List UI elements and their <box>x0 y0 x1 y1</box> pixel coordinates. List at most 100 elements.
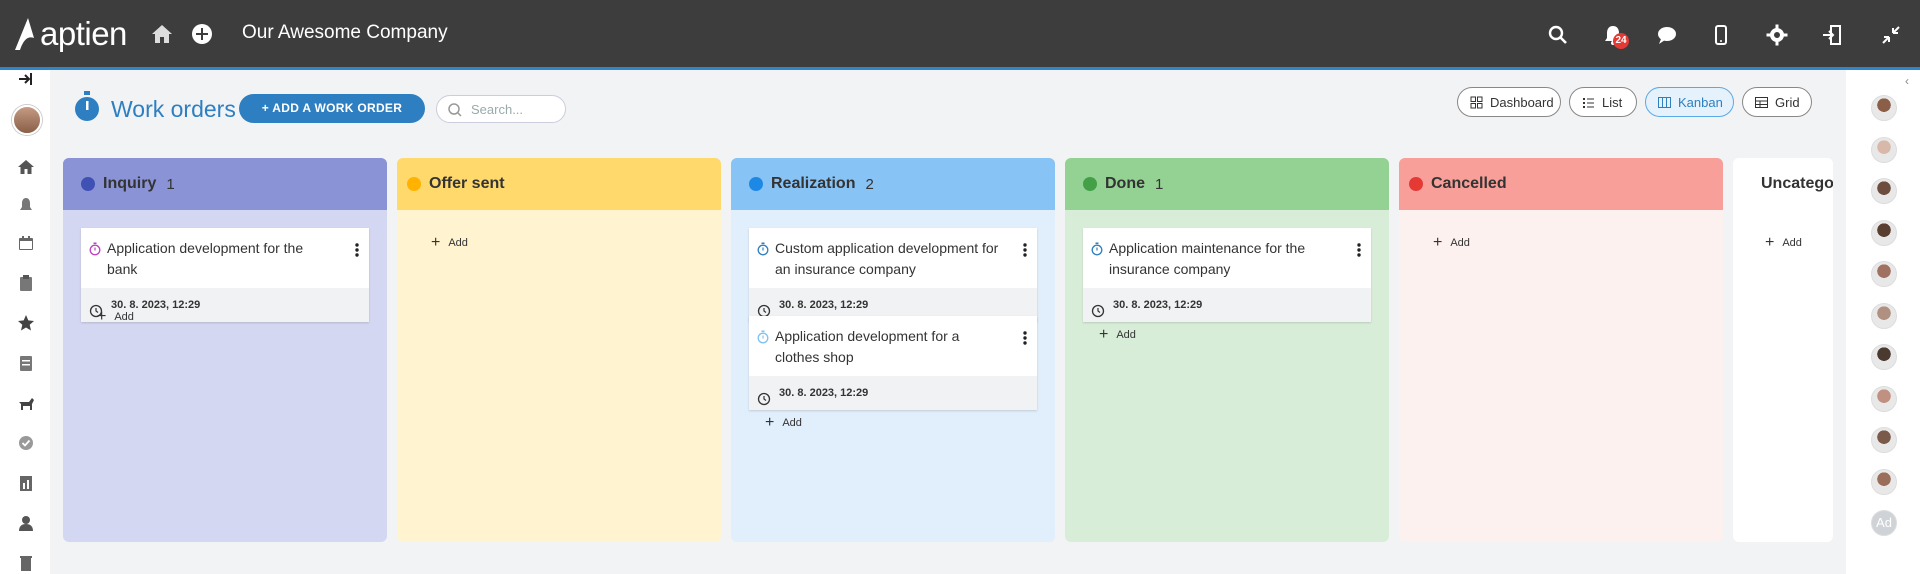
add-card-button[interactable]: + Add <box>1765 234 1802 252</box>
column-title: Uncategor <box>1761 175 1833 192</box>
view-grid-button[interactable]: Grid <box>1742 87 1812 117</box>
add-card-button[interactable]: + Add <box>97 308 134 326</box>
column-body: Application development for the bank 30. … <box>63 210 387 542</box>
home-icon[interactable] <box>150 22 174 46</box>
mobile-phone-icon[interactable] <box>1709 23 1733 47</box>
status-dot-icon <box>407 177 421 191</box>
notifications-bell-icon[interactable]: 24 <box>1601 23 1629 49</box>
user-avatar[interactable] <box>1871 178 1897 204</box>
user-avatar[interactable] <box>1871 344 1897 370</box>
kanban-column-realization: Realization 2 Custom application developme… <box>731 158 1055 542</box>
column-body: + Add <box>1399 210 1723 542</box>
stopwatch-icon <box>757 329 769 344</box>
more-vertical-icon[interactable] <box>1023 330 1027 345</box>
status-dot-icon <box>81 177 95 191</box>
column-header[interactable]: Realization 2 <box>731 158 1055 210</box>
stopwatch-icon <box>89 241 101 256</box>
more-vertical-icon[interactable] <box>1357 242 1361 257</box>
user-avatar[interactable] <box>1871 219 1897 246</box>
plus-icon: + <box>97 308 107 325</box>
chevron-left-icon[interactable]: ‹ <box>1905 74 1909 88</box>
clock-icon <box>757 386 771 406</box>
work-order-card[interactable]: Application maintenance for the insuranc… <box>1083 228 1371 322</box>
star-icon[interactable] <box>17 314 35 332</box>
column-title: Inquiry <box>103 175 157 192</box>
search-input[interactable]: Search... <box>436 95 566 123</box>
add-card-button[interactable]: + Add <box>765 414 802 432</box>
plus-icon: + <box>431 234 441 251</box>
aptien-logo[interactable]: aptien <box>12 14 127 54</box>
view-button-label: Dashboard <box>1490 94 1554 110</box>
card-title[interactable]: Custom application development for an in… <box>775 240 998 277</box>
report-icon[interactable] <box>17 474 35 492</box>
view-list-button[interactable]: List <box>1569 87 1637 117</box>
person-icon[interactable] <box>17 514 35 532</box>
status-dot-icon <box>1083 177 1097 191</box>
view-kanban-button[interactable]: Kanban <box>1645 87 1734 117</box>
add-work-order-button[interactable]: + ADD A WORK ORDER <box>239 94 425 123</box>
card-date: 30. 8. 2023, 12:29 <box>1113 299 1203 311</box>
check-circle-icon[interactable] <box>17 434 35 452</box>
expand-sidebar-icon[interactable] <box>17 70 35 88</box>
add-card-button[interactable]: + Add <box>1433 234 1470 252</box>
dashboard-icon <box>1470 96 1490 109</box>
search-icon <box>447 102 463 118</box>
calendar-icon[interactable] <box>17 234 35 252</box>
add-card-button[interactable]: + Add <box>431 234 468 252</box>
add-label: Add <box>1116 329 1136 341</box>
card-footer: 30. 8. 2023, 12:29 <box>749 376 1037 410</box>
column-header[interactable]: Inquiry 1 <box>63 158 387 210</box>
user-avatar[interactable] <box>1871 427 1897 453</box>
stopwatch-icon <box>757 241 769 256</box>
search-placeholder: Search... <box>471 102 524 117</box>
user-avatar[interactable] <box>1871 136 1897 163</box>
work-order-card[interactable]: Application development for a clothes sh… <box>749 316 1037 410</box>
user-avatar[interactable] <box>1871 468 1897 495</box>
home-icon[interactable] <box>17 158 35 176</box>
user-avatar[interactable]: Ad <box>1871 510 1897 536</box>
view-dashboard-button[interactable]: Dashboard <box>1457 87 1561 117</box>
clipboard-icon[interactable] <box>17 274 35 292</box>
column-body: + Add <box>1733 210 1833 542</box>
trash-icon[interactable] <box>17 554 35 572</box>
dog-icon[interactable] <box>17 394 35 412</box>
add-card-button[interactable]: + Add <box>1099 326 1136 344</box>
column-header[interactable]: Cancelled <box>1399 158 1723 210</box>
chat-bubble-icon[interactable] <box>1655 23 1679 47</box>
bell-icon[interactable] <box>17 196 35 214</box>
left-sidebar <box>0 70 50 574</box>
card-date: 30. 8. 2023, 12:29 <box>779 299 869 311</box>
logo-text: aptien <box>40 15 127 52</box>
card-title[interactable]: Application development for a clothes sh… <box>775 328 959 365</box>
kanban-column-done: Done 1 Application maintenance for the ins… <box>1065 158 1389 542</box>
work-order-card[interactable]: Custom application development for an in… <box>749 228 1037 322</box>
user-avatar[interactable] <box>1871 261 1897 287</box>
clock-icon <box>1091 298 1105 318</box>
grid-icon <box>1755 96 1775 109</box>
add-circle-icon[interactable] <box>190 22 214 46</box>
right-sidebar-users: ‹ Ad <box>1846 70 1920 574</box>
top-bar: aptien Our Awesome Company 24 <box>0 0 1920 70</box>
user-avatar[interactable] <box>1871 385 1897 412</box>
logout-icon[interactable] <box>1820 23 1844 47</box>
more-vertical-icon[interactable] <box>1023 242 1027 257</box>
notification-count-badge: 24 <box>1613 33 1629 49</box>
search-icon[interactable] <box>1546 23 1570 47</box>
company-name[interactable]: Our Awesome Company <box>242 22 448 44</box>
user-avatar[interactable] <box>1871 302 1897 329</box>
column-header[interactable]: Uncategor <box>1733 158 1833 210</box>
card-title[interactable]: Application maintenance for the insuranc… <box>1109 240 1305 277</box>
collapse-icon[interactable] <box>1879 23 1903 47</box>
settings-gear-icon[interactable] <box>1765 23 1789 47</box>
user-avatar[interactable] <box>1871 95 1897 121</box>
plus-icon: + <box>1099 326 1109 343</box>
card-title[interactable]: Application development for the bank <box>107 240 303 277</box>
status-dot-icon <box>1409 177 1423 191</box>
column-header[interactable]: Done 1 <box>1065 158 1389 210</box>
kanban-icon <box>1658 96 1678 109</box>
user-avatar[interactable] <box>12 105 42 135</box>
more-vertical-icon[interactable] <box>355 242 359 257</box>
column-header[interactable]: Offer sent <box>397 158 721 210</box>
document-icon[interactable] <box>17 354 35 372</box>
view-button-label: Kanban <box>1678 94 1723 110</box>
